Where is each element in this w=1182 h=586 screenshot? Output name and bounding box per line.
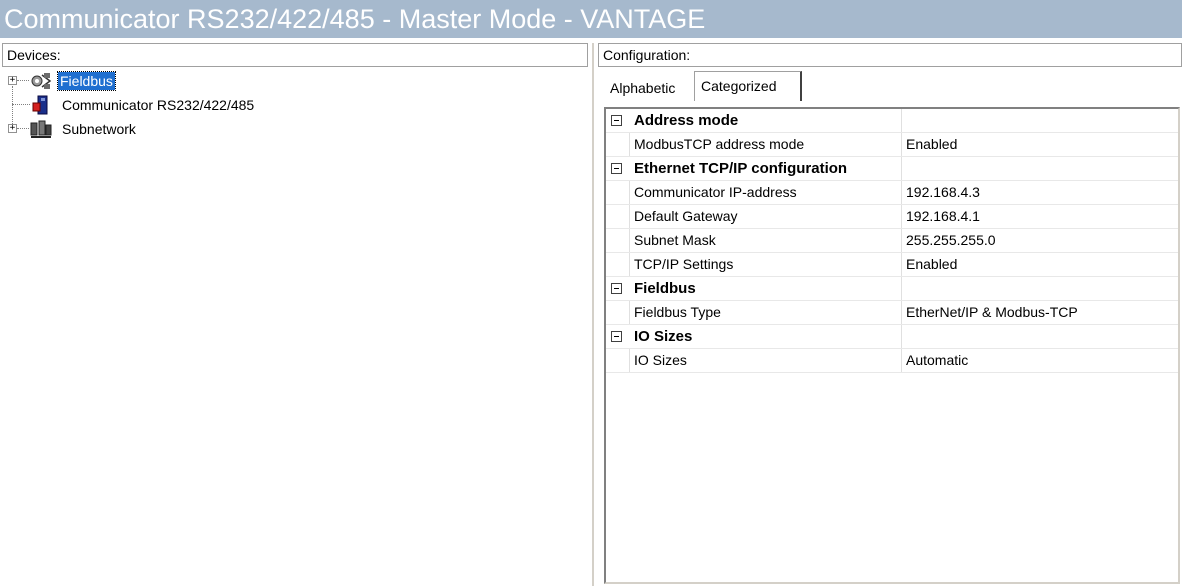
tree-item-label[interactable]: Communicator RS232/422/485 <box>62 93 254 117</box>
property-value[interactable]: Enabled <box>902 253 1178 276</box>
gutter <box>606 301 630 324</box>
property-value[interactable]: 192.168.4.3 <box>902 181 1178 204</box>
configuration-header: Configuration: <box>598 43 1182 67</box>
property-row[interactable]: ModbusTCP address mode Enabled <box>606 133 1178 157</box>
property-value[interactable]: Enabled <box>902 133 1178 156</box>
gutter <box>606 109 630 132</box>
category-name: Fieldbus <box>630 277 902 300</box>
window-title: Communicator RS232/422/485 - Master Mode… <box>0 0 1182 38</box>
gutter <box>606 325 630 348</box>
property-row[interactable]: TCP/IP Settings Enabled <box>606 253 1178 277</box>
gutter <box>606 181 630 204</box>
fieldbus-network-icon <box>31 73 52 89</box>
property-row[interactable]: Fieldbus Type EtherNet/IP & Modbus-TCP <box>606 301 1178 325</box>
configuration-panel: Configuration: Alphabetic Categorized Ad… <box>598 43 1182 586</box>
gutter <box>606 157 630 180</box>
property-row[interactable]: Communicator IP-address 192.168.4.3 <box>606 181 1178 205</box>
gutter <box>606 253 630 276</box>
expand-plus-icon[interactable]: + <box>8 124 17 133</box>
category-row-address-mode[interactable]: Address mode <box>606 109 1178 133</box>
property-name: ModbusTCP address mode <box>630 133 902 156</box>
gutter <box>606 133 630 156</box>
category-row-ethernet[interactable]: Ethernet TCP/IP configuration <box>606 157 1178 181</box>
splitter[interactable] <box>592 43 594 586</box>
property-row[interactable]: Default Gateway 192.168.4.1 <box>606 205 1178 229</box>
property-name: IO Sizes <box>630 349 902 372</box>
category-name: Ethernet TCP/IP configuration <box>630 157 902 180</box>
category-name: IO Sizes <box>630 325 902 348</box>
devices-header: Devices: <box>2 43 588 67</box>
devices-panel: Devices: + Fieldbus Communicator RS232/4… <box>0 43 590 586</box>
collapse-minus-icon[interactable] <box>611 283 622 294</box>
property-name: Fieldbus Type <box>630 301 902 324</box>
tab-alphabetic[interactable]: Alphabetic <box>604 75 692 101</box>
category-row-io-sizes[interactable]: IO Sizes <box>606 325 1178 349</box>
property-value[interactable]: 255.255.255.0 <box>902 229 1178 252</box>
tree-item-communicator[interactable]: Communicator RS232/422/485 <box>4 93 584 117</box>
property-name: Default Gateway <box>630 205 902 228</box>
property-value[interactable]: Automatic <box>902 349 1178 372</box>
property-name: Subnet Mask <box>630 229 902 252</box>
collapse-minus-icon[interactable] <box>611 331 622 342</box>
gutter <box>606 349 630 372</box>
tab-categorized[interactable]: Categorized <box>694 71 802 101</box>
category-value <box>901 277 1177 300</box>
category-value <box>901 109 1177 132</box>
category-name: Address mode <box>630 109 902 132</box>
collapse-minus-icon[interactable] <box>611 163 622 174</box>
property-value[interactable]: 192.168.4.1 <box>902 205 1178 228</box>
property-name: TCP/IP Settings <box>630 253 902 276</box>
property-name: Communicator IP-address <box>630 181 902 204</box>
subnetwork-icon <box>30 120 52 138</box>
category-value <box>901 325 1177 348</box>
property-value[interactable]: EtherNet/IP & Modbus-TCP <box>902 301 1178 324</box>
property-row[interactable]: Subnet Mask 255.255.255.0 <box>606 229 1178 253</box>
property-grid: Address mode ModbusTCP address mode Enab… <box>604 107 1180 584</box>
gutter <box>606 229 630 252</box>
tree-item-label[interactable]: Fieldbus <box>57 71 116 91</box>
gutter <box>606 205 630 228</box>
category-row-fieldbus[interactable]: Fieldbus <box>606 277 1178 301</box>
device-tree: + Fieldbus Communicator RS232/422/485 + <box>4 69 584 141</box>
property-row[interactable]: IO Sizes Automatic <box>606 349 1178 373</box>
tree-item-label[interactable]: Subnetwork <box>62 117 136 141</box>
expand-plus-icon[interactable]: + <box>8 76 17 85</box>
tree-item-fieldbus[interactable]: + Fieldbus <box>4 69 584 93</box>
category-value <box>901 157 1177 180</box>
collapse-minus-icon[interactable] <box>611 115 622 126</box>
communicator-module-icon <box>32 95 48 115</box>
gutter <box>606 277 630 300</box>
tree-item-subnetwork[interactable]: + Subnetwork <box>4 117 584 141</box>
